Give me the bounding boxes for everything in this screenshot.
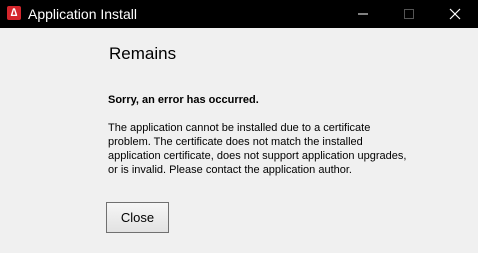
close-button[interactable]: Close [106,202,169,233]
close-window-button[interactable] [432,0,478,28]
minimize-button[interactable] [340,0,386,28]
error-title: Sorry, an error has occurred. [108,94,259,106]
minimize-icon [358,13,368,15]
error-message: The application cannot be installed due … [108,122,407,176]
maximize-button[interactable] [386,0,432,28]
dialog-heading: Remains [109,44,177,63]
close-icon [449,8,461,20]
maximize-icon [404,9,414,19]
window-title: Application Install [28,6,137,22]
adobe-air-icon: ∆ [7,6,21,20]
title-bar: ∆ Application Install [0,0,478,28]
